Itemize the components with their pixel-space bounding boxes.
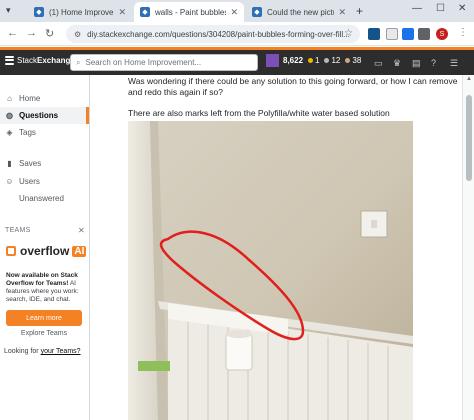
site-topbar: Stack Exchange ⌕ Search on Home Improveme… bbox=[0, 47, 474, 75]
reload-icon[interactable]: ↻ bbox=[45, 27, 54, 40]
maximize-button[interactable]: ☐ bbox=[436, 3, 445, 14]
your-teams-link[interactable]: your Teams? bbox=[41, 348, 81, 355]
silver-badge-count: 12 bbox=[331, 56, 341, 65]
address-bar[interactable]: ⚙ diy.stackexchange.com/questions/304208… bbox=[66, 25, 360, 43]
bookmark-star-icon[interactable]: ☆ bbox=[344, 28, 353, 39]
extensions-puzzle-icon[interactable] bbox=[418, 28, 430, 40]
stackexchange-favicon: ◆ bbox=[252, 7, 262, 17]
stackexchange-favicon: ◆ bbox=[34, 7, 44, 17]
extension-icon[interactable] bbox=[368, 28, 380, 40]
tab-search-icon[interactable]: ▾ bbox=[6, 5, 18, 17]
overflow-brand-text: overflow bbox=[20, 244, 70, 258]
sidebar-item-saves[interactable]: ▮ Saves bbox=[0, 155, 89, 172]
achievements-icon[interactable]: ♛ bbox=[393, 58, 401, 69]
inbox-icon[interactable]: ▭ bbox=[374, 58, 383, 69]
overflow-ai-logo: overflow AI bbox=[6, 244, 87, 258]
stackexchange-favicon: ◆ bbox=[140, 7, 150, 17]
sidebar-item-label: Home bbox=[19, 94, 41, 103]
stackexchange-mark-icon bbox=[5, 56, 14, 65]
post-photo[interactable] bbox=[128, 121, 413, 420]
back-arrow-icon[interactable]: ← bbox=[7, 27, 18, 39]
ai-badge: AI bbox=[72, 245, 87, 257]
globe-icon: ◍ bbox=[6, 111, 13, 120]
extension-icon[interactable] bbox=[386, 28, 398, 40]
tab-close-icon[interactable]: ✕ bbox=[118, 7, 126, 18]
stackexchange-logo[interactable]: Stack Exchange bbox=[5, 56, 75, 65]
extension-icon[interactable] bbox=[402, 28, 414, 40]
search-icon: ⌕ bbox=[76, 57, 81, 67]
silver-badge-icon bbox=[324, 58, 330, 63]
search-placeholder: Search on Home Improvement... bbox=[85, 58, 202, 67]
help-icon[interactable]: ? bbox=[431, 58, 436, 68]
users-icon: ☺ bbox=[5, 177, 14, 186]
teams-heading: TEAMS bbox=[5, 227, 31, 234]
bookmark-icon: ▮ bbox=[7, 159, 12, 168]
scroll-thumb[interactable] bbox=[466, 95, 472, 181]
site-info-icon[interactable]: ⚙ bbox=[74, 30, 81, 39]
browser-tab-new-picture[interactable]: ◆ Could the new picture ho ✕ bbox=[246, 2, 352, 22]
forward-arrow-icon[interactable]: → bbox=[26, 27, 37, 39]
teams-desc-bold: Now available on Stack Overflow for Team… bbox=[6, 272, 78, 287]
logo-text-light: Stack bbox=[17, 56, 38, 65]
looking-for-prefix: Looking for bbox=[4, 348, 39, 355]
browser-toolbar: ← → ↻ ⚙ diy.stackexchange.com/questions/… bbox=[0, 22, 474, 46]
sidebar-item-label: Questions bbox=[19, 111, 59, 120]
sidebar-item-tags[interactable]: ◈ Tags bbox=[0, 124, 89, 141]
review-queue-icon[interactable]: ▤ bbox=[412, 58, 421, 69]
question-body: Was wondering if there could be any solu… bbox=[90, 75, 462, 420]
site-switcher-icon[interactable]: ☰ bbox=[450, 58, 458, 69]
close-window-button[interactable]: ✕ bbox=[458, 3, 466, 14]
sidebar-item-label: Unanswered bbox=[19, 194, 64, 203]
url-text: diy.stackexchange.com/questions/304208/p… bbox=[87, 29, 350, 39]
sidebar-item-label: Saves bbox=[19, 159, 42, 168]
post-paragraph: There are also marks left from the Polyf… bbox=[128, 108, 390, 118]
site-search-input[interactable]: ⌕ Search on Home Improvement... bbox=[70, 54, 258, 71]
scroll-up-icon[interactable]: ▲ bbox=[466, 76, 472, 82]
browser-tab-home-improvement[interactable]: ◆ (1) Home Improvement S ✕ bbox=[28, 2, 132, 22]
sidebar-item-label: Users bbox=[19, 177, 40, 186]
browser-menu-icon[interactable]: ⋮ bbox=[458, 27, 468, 38]
sidebar-item-home[interactable]: ⌂ Home bbox=[0, 90, 89, 107]
new-tab-button[interactable]: + bbox=[356, 4, 363, 18]
minimize-button[interactable]: — bbox=[412, 3, 422, 14]
looking-for-teams: Looking for your Teams? bbox=[4, 348, 81, 355]
user-card[interactable]: 8,622 1 12 38 bbox=[266, 54, 361, 67]
close-icon[interactable]: ✕ bbox=[78, 226, 85, 235]
user-avatar bbox=[266, 54, 279, 67]
tab-close-icon[interactable]: ✕ bbox=[230, 7, 238, 18]
sidebar-item-users[interactable]: ☺ Users bbox=[0, 173, 89, 190]
gold-badge-icon bbox=[308, 58, 314, 63]
page-scrollbar[interactable]: ▲ bbox=[462, 75, 474, 420]
teams-description: Now available on Stack Overflow for Team… bbox=[6, 272, 88, 304]
browser-tab-strip: ▾ ◆ (1) Home Improvement S ✕ ◆ walls - P… bbox=[0, 0, 474, 22]
sidebar-item-label: Tags bbox=[19, 128, 36, 137]
post-paragraph: Was wondering if there could be any solu… bbox=[128, 76, 458, 97]
gold-badge-count: 1 bbox=[315, 56, 320, 65]
sidebar-item-unanswered[interactable]: Unanswered bbox=[0, 190, 89, 207]
reputation-count: 8,622 bbox=[283, 56, 304, 65]
explore-teams-link[interactable]: Explore Teams bbox=[0, 330, 88, 337]
home-icon: ⌂ bbox=[7, 94, 12, 103]
browser-tab-paint-bubbles[interactable]: ◆ walls - Paint bubbles form ✕ bbox=[134, 2, 244, 22]
tab-label: (1) Home Improvement S bbox=[49, 7, 114, 17]
tab-label: walls - Paint bubbles form bbox=[155, 7, 227, 17]
bronze-badge-icon bbox=[345, 58, 351, 63]
tab-close-icon[interactable]: ✕ bbox=[338, 7, 346, 18]
sidebar-item-questions[interactable]: ◍ Questions bbox=[0, 107, 89, 124]
profile-avatar[interactable]: S bbox=[436, 28, 448, 40]
bronze-badge-count: 38 bbox=[352, 56, 362, 65]
tag-icon: ◈ bbox=[6, 128, 13, 137]
tab-label: Could the new picture ho bbox=[267, 7, 334, 17]
learn-more-button[interactable]: Learn more bbox=[6, 310, 82, 326]
wall-photo-image bbox=[128, 121, 413, 420]
overflow-logo-icon bbox=[6, 246, 16, 256]
